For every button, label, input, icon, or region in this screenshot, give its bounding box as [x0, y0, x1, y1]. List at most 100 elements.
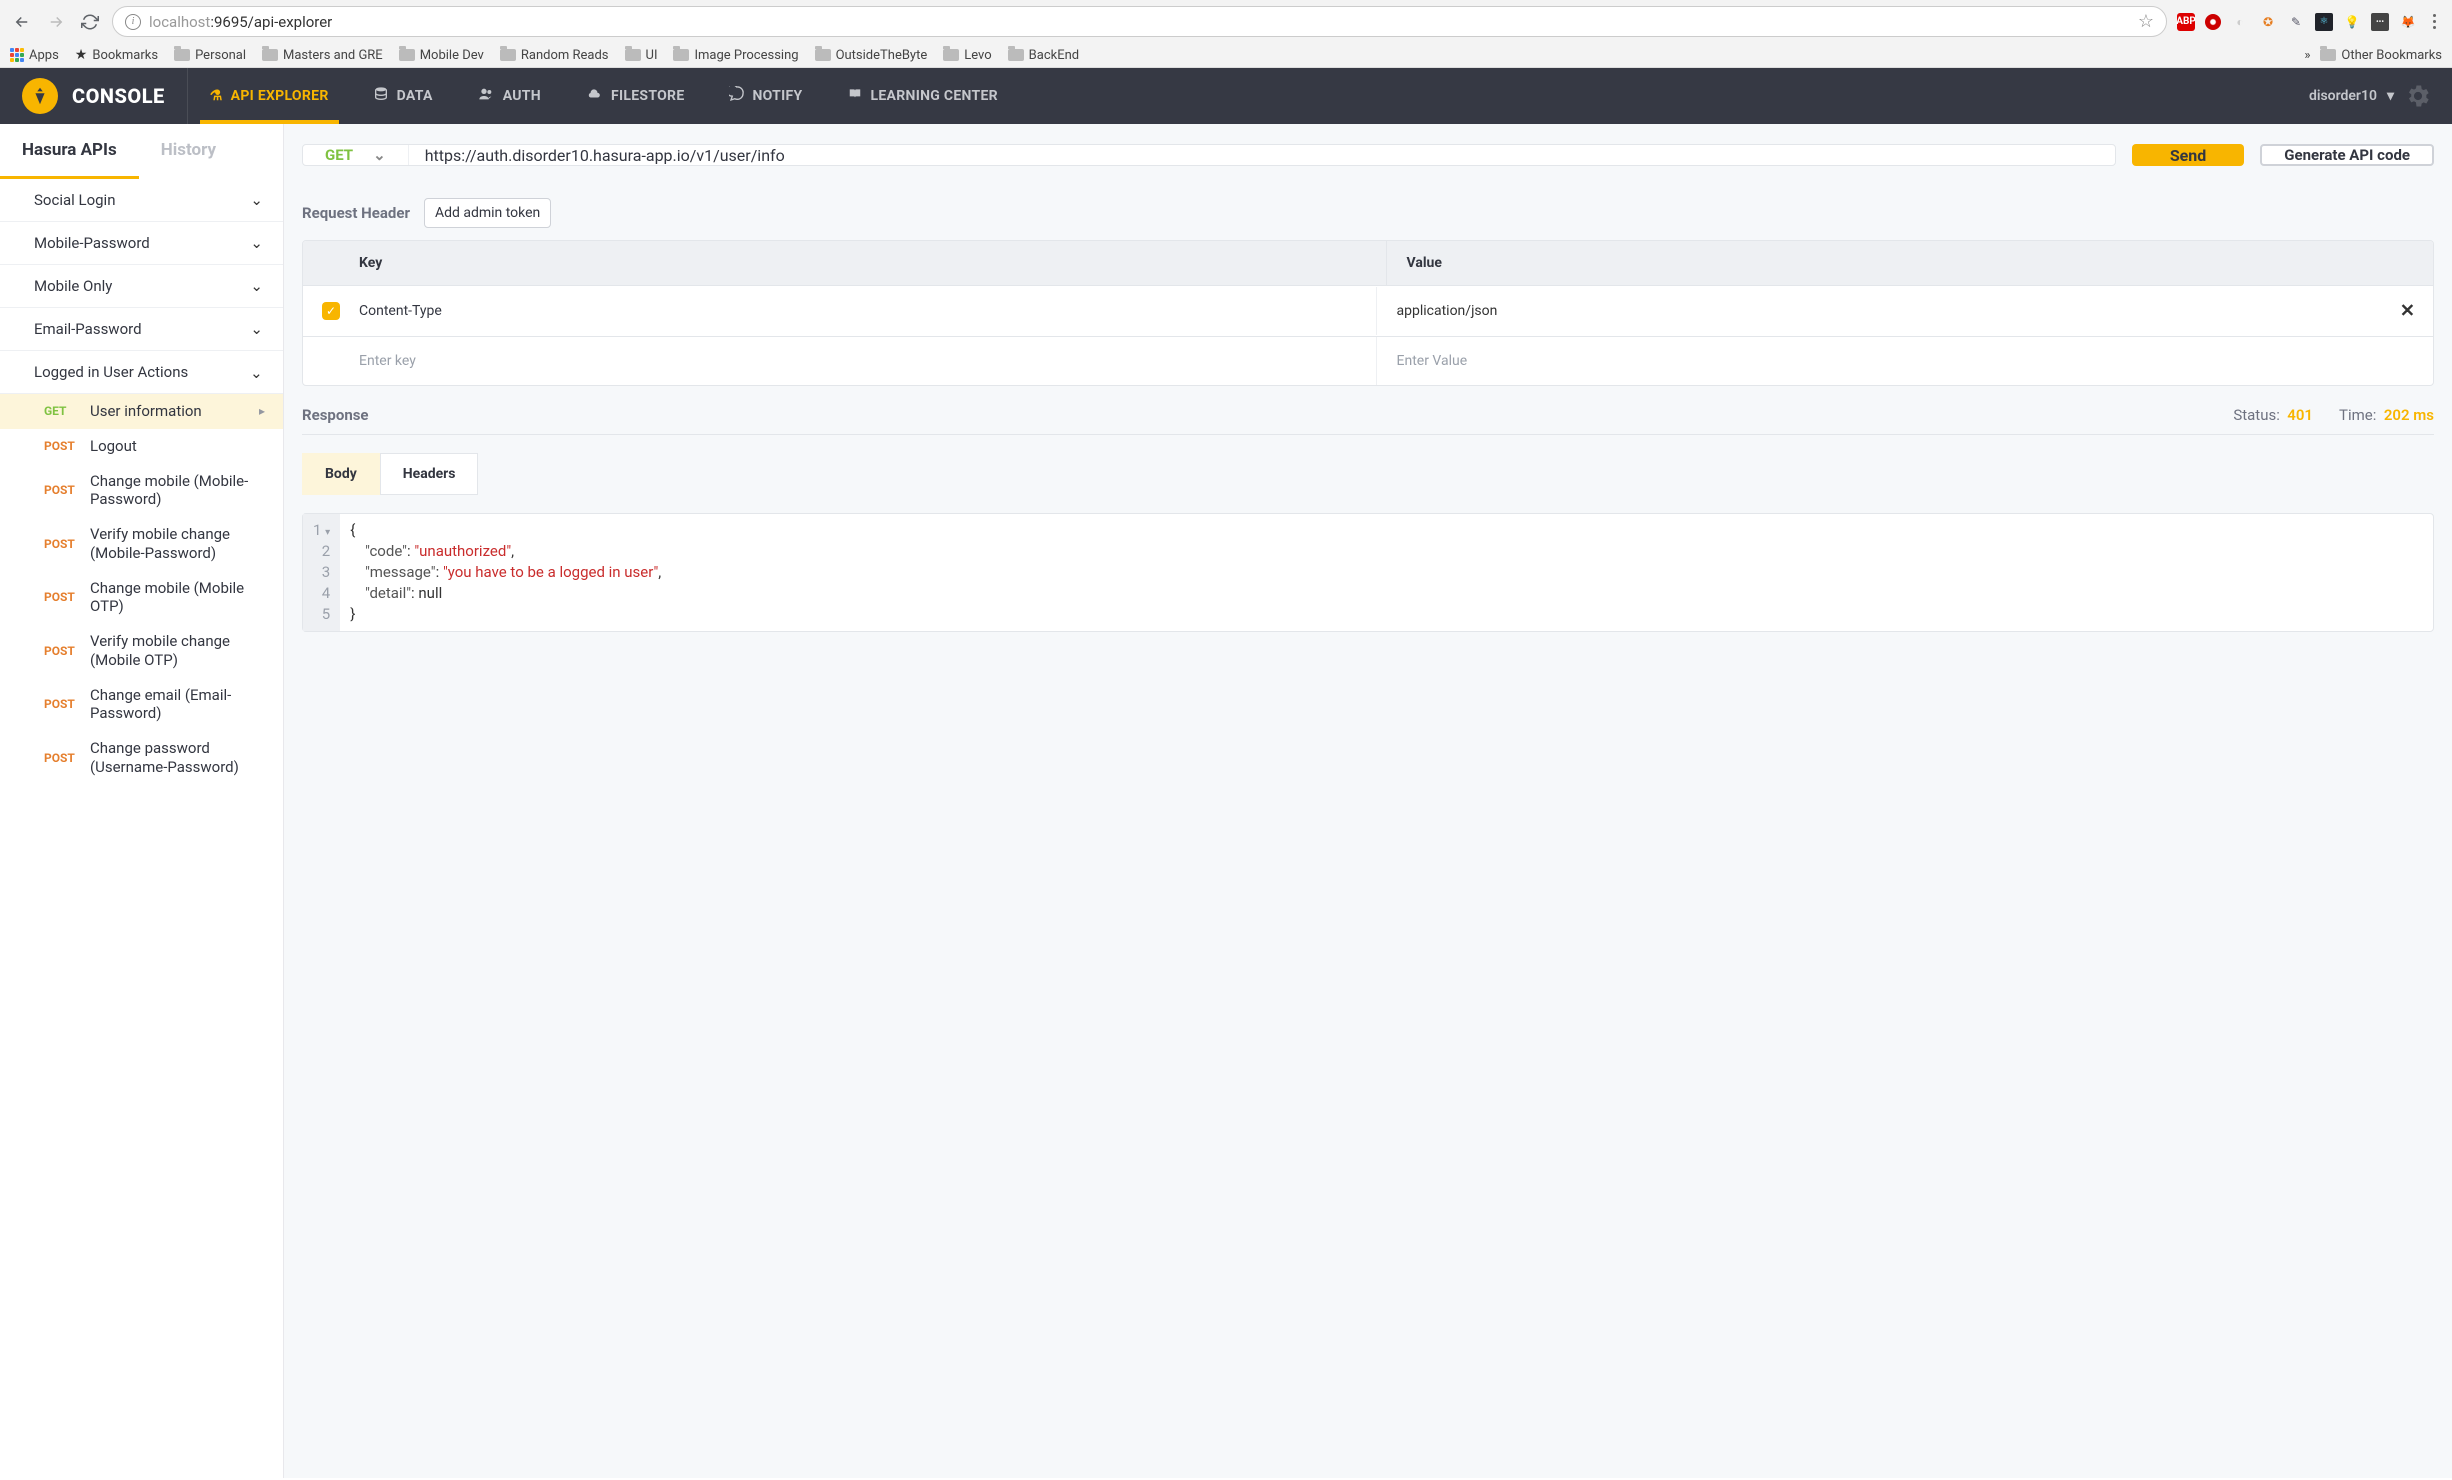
nav-api-explorer[interactable]: ⚗API EXPLORER	[188, 68, 351, 124]
response-status: 401	[2287, 406, 2313, 424]
ui-folder[interactable]: UI	[625, 48, 658, 63]
group-logged-in-user-items: GETUser information POSTLogout POSTChang…	[0, 394, 283, 785]
chevron-down-icon: ⌄	[250, 191, 263, 209]
col-value: Value	[1386, 241, 2434, 285]
browser-chrome: i localhost:9695/api-explorer ☆ ABP ◐ ✪ …	[0, 0, 2452, 68]
dropper-icon[interactable]: ✎	[2287, 13, 2305, 31]
response-json[interactable]: { "code": "unauthorized", "message": "yo…	[340, 514, 2433, 631]
chevron-down-icon: ⌄	[250, 277, 263, 295]
header-checkbox[interactable]: ✓	[322, 302, 340, 320]
imageproc-folder[interactable]: Image Processing	[673, 48, 798, 63]
bookmark-star-icon[interactable]: ☆	[2138, 11, 2154, 32]
sidebar-tab-history[interactable]: History	[139, 124, 238, 179]
logo-section[interactable]: CONSOLE	[0, 68, 188, 124]
group-mobile-only[interactable]: Mobile Only⌄	[0, 265, 283, 308]
hasura-logo-icon	[22, 78, 58, 114]
flask-icon: ⚗	[210, 88, 223, 104]
header-row: ✓ Content-Type application/json✕	[303, 285, 2433, 336]
address-bar[interactable]: i localhost:9695/api-explorer ☆	[112, 6, 2167, 37]
forward-button[interactable]	[44, 10, 68, 34]
api-change-mobile-otp[interactable]: POSTChange mobile (Mobile OTP)	[0, 571, 283, 625]
url-input[interactable]: https://auth.disorder10.hasura-app.io/v1…	[409, 145, 2115, 165]
response-tab-body[interactable]: Body	[302, 453, 380, 495]
add-admin-token-button[interactable]: Add admin token	[424, 198, 551, 228]
response-body: 1 ▾2345 { "code": "unauthorized", "messa…	[302, 513, 2434, 632]
user-menu[interactable]: disorder10 ▾	[2289, 68, 2452, 124]
console-label: CONSOLE	[72, 84, 165, 108]
personal-folder[interactable]: Personal	[174, 48, 246, 63]
chat-icon	[729, 86, 745, 106]
chevron-down-icon: ⌄	[250, 234, 263, 252]
header-key[interactable]: Content-Type	[359, 287, 1376, 335]
gear-icon[interactable]	[2404, 82, 2432, 110]
header-key-input[interactable]: Enter key	[359, 337, 1376, 385]
header-value[interactable]: application/json✕	[1376, 287, 2434, 335]
apps-shortcut[interactable]: Apps	[10, 48, 59, 63]
api-change-email[interactable]: POSTChange email (Email-Password)	[0, 678, 283, 732]
book-icon	[847, 87, 863, 105]
ext-icon-8[interactable]: •••	[2371, 13, 2389, 31]
send-button[interactable]: Send	[2132, 144, 2244, 166]
reload-button[interactable]	[78, 10, 102, 34]
request-line: GET⌄ https://auth.disorder10.hasura-app.…	[302, 144, 2116, 166]
group-mobile-password[interactable]: Mobile-Password⌄	[0, 222, 283, 265]
headers-table: Key Value ✓ Content-Type application/jso…	[302, 240, 2434, 386]
other-bookmarks[interactable]: Other Bookmarks	[2320, 48, 2442, 63]
masters-folder[interactable]: Masters and GRE	[262, 48, 383, 63]
group-email-password[interactable]: Email-Password⌄	[0, 308, 283, 351]
group-social-login[interactable]: Social Login⌄	[0, 179, 283, 222]
nav-notify[interactable]: NOTIFY	[707, 68, 825, 124]
react-devtools-icon[interactable]: ⚛	[2315, 13, 2333, 31]
chevron-down-icon: ⌄	[373, 146, 386, 164]
nav-auth[interactable]: AUTH	[455, 68, 563, 124]
response-tab-headers[interactable]: Headers	[380, 453, 479, 495]
chrome-menu-icon[interactable]	[2427, 14, 2442, 29]
header-row-new: Enter key Enter Value	[303, 336, 2433, 385]
back-button[interactable]	[10, 10, 34, 34]
group-logged-in-user[interactable]: Logged in User Actions⌃	[0, 351, 283, 394]
abp-icon[interactable]: ABP	[2177, 13, 2195, 31]
caret-down-icon: ▾	[2387, 88, 2394, 104]
api-change-password[interactable]: POSTChange password (Username-Password)	[0, 731, 283, 785]
method-select[interactable]: GET⌄	[303, 145, 409, 165]
url-text: localhost:9695/api-explorer	[149, 13, 332, 31]
outsidethebyte-folder[interactable]: OutsideTheByte	[815, 48, 928, 63]
api-change-mobile-pwd[interactable]: POSTChange mobile (Mobile-Password)	[0, 464, 283, 518]
api-logout[interactable]: POSTLogout	[0, 429, 283, 464]
ext-icon-4[interactable]: ✪	[2259, 13, 2277, 31]
nav-data[interactable]: DATA	[351, 68, 455, 124]
response-title: Response	[302, 406, 369, 424]
main-panel: GET⌄ https://auth.disorder10.hasura-app.…	[284, 124, 2452, 1478]
backend-folder[interactable]: BackEnd	[1008, 48, 1079, 63]
generate-api-code-button[interactable]: Generate API code	[2260, 144, 2434, 166]
nav-filestore[interactable]: FILESTORE	[563, 68, 707, 124]
users-icon	[477, 86, 495, 106]
line-gutter: 1 ▾2345	[303, 514, 340, 631]
database-icon	[373, 86, 389, 106]
sidebar: Hasura APIs History Social Login⌄ Mobile…	[0, 124, 284, 1478]
bookmarks-overflow[interactable]: »	[2304, 48, 2310, 63]
api-verify-mobile-otp[interactable]: POSTVerify mobile change (Mobile OTP)	[0, 624, 283, 678]
response-time: 202 ms	[2384, 406, 2434, 424]
bookmarks-folder[interactable]: ★Bookmarks	[75, 47, 158, 63]
bulb-icon[interactable]: 💡	[2343, 13, 2361, 31]
top-nav: ⚗API EXPLORER DATA AUTH FILESTORE NOTIFY…	[188, 68, 1020, 124]
bookmarks-bar: Apps ★Bookmarks Personal Masters and GRE…	[0, 43, 2452, 67]
mobiledev-folder[interactable]: Mobile Dev	[399, 48, 484, 63]
fox-icon[interactable]: 🦊	[2399, 13, 2417, 31]
levo-folder[interactable]: Levo	[943, 48, 991, 63]
col-key: Key	[359, 241, 1386, 285]
chevron-up-icon: ⌃	[250, 363, 263, 381]
request-header-title: Request Header	[302, 204, 410, 222]
api-verify-mobile-pwd[interactable]: POSTVerify mobile change (Mobile-Passwor…	[0, 517, 283, 571]
header-value-input[interactable]: Enter Value	[1376, 337, 2434, 385]
site-info-icon[interactable]: i	[125, 14, 141, 30]
remove-header-icon[interactable]: ✕	[2400, 301, 2415, 322]
sidebar-tab-hasura-apis[interactable]: Hasura APIs	[0, 124, 139, 179]
extension-icons: ABP ◐ ✪ ✎ ⚛ 💡 ••• 🦊	[2177, 13, 2442, 31]
randomreads-folder[interactable]: Random Reads	[500, 48, 609, 63]
ext-icon-3[interactable]: ◐	[2231, 13, 2249, 31]
ublock-icon[interactable]	[2205, 14, 2221, 30]
nav-learning[interactable]: LEARNING CENTER	[825, 68, 1020, 124]
api-user-information[interactable]: GETUser information	[0, 394, 283, 429]
